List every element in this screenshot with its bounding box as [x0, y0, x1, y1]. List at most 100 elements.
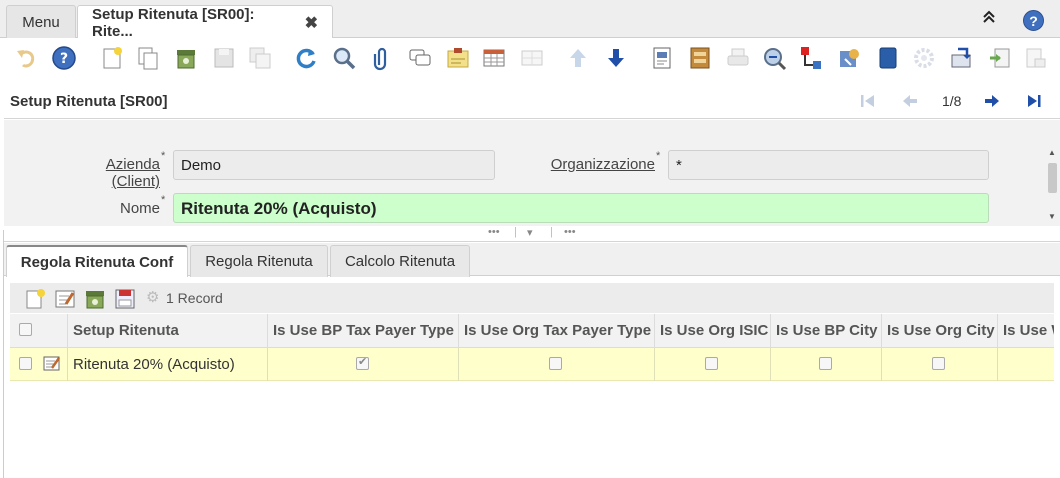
- previous-record-nav-icon[interactable]: [900, 91, 920, 111]
- main-toolbar: ?: [4, 38, 1060, 80]
- find-icon[interactable]: [330, 44, 358, 72]
- required-marker: *: [161, 194, 166, 206]
- tab-calcolo-ritenuta[interactable]: Calcolo Ritenuta: [330, 245, 470, 277]
- column-header[interactable]: Is Use W: [998, 314, 1054, 348]
- tab-regola-ritenuta-conf[interactable]: Regola Ritenuta Conf: [6, 245, 188, 277]
- help-icon[interactable]: ?: [1023, 10, 1044, 31]
- organization-label: Organizzazione: [550, 156, 655, 173]
- bp-city-checkbox[interactable]: [819, 357, 832, 370]
- scrollbar-thumb[interactable]: [1048, 163, 1057, 193]
- window-tab-setup-ritenuta[interactable]: Setup Ritenuta [SR00]: Rite... ✖: [77, 5, 333, 40]
- column-header[interactable]: Is Use BP City: [771, 314, 882, 348]
- panel-splitter[interactable]: ••• | ▾ | •••: [4, 226, 1060, 242]
- setup-ritenuta-cell[interactable]: Ritenuta 20% (Acquisto): [68, 348, 268, 381]
- name-label: Nome: [119, 200, 160, 217]
- report-icon[interactable]: [648, 44, 676, 72]
- last-record-icon[interactable]: [1024, 91, 1044, 111]
- multi-record-icon[interactable]: [518, 44, 546, 72]
- requests-icon[interactable]: [836, 44, 864, 72]
- column-header[interactable]: Is Use Org ISIC: [655, 314, 771, 348]
- record-header: Setup Ritenuta [SR00] 1/8: [4, 82, 1060, 119]
- grid-header: Setup Ritenuta Is Use BP Tax Payer Type …: [10, 314, 1054, 348]
- import-icon[interactable]: [986, 44, 1014, 72]
- attachment-icon[interactable]: [368, 44, 396, 72]
- previous-record-icon[interactable]: [564, 44, 592, 72]
- select-all-checkbox[interactable]: [19, 323, 32, 336]
- form-scrollbar[interactable]: ▲ ▼: [1045, 148, 1059, 226]
- splitter-collapse-icon[interactable]: ▾: [527, 226, 533, 239]
- org-tax-payer-checkbox[interactable]: [549, 357, 562, 370]
- product-info-icon[interactable]: [874, 44, 902, 72]
- copy-record-icon[interactable]: [134, 44, 162, 72]
- first-record-icon[interactable]: [858, 91, 878, 111]
- select-all-cell: [10, 314, 68, 348]
- splitter-divider: |: [550, 226, 553, 238]
- export-icon[interactable]: [948, 44, 976, 72]
- chat-icon[interactable]: [406, 44, 434, 72]
- splitter-grip-icon[interactable]: •••: [564, 226, 576, 238]
- collapse-icon[interactable]: [982, 10, 996, 28]
- active-workflows-icon[interactable]: [798, 44, 826, 72]
- record-count: 1 Record: [166, 290, 223, 306]
- row-select-checkbox[interactable]: [19, 357, 32, 370]
- archive-icon[interactable]: [686, 44, 714, 72]
- truncated-cell: [998, 348, 1054, 381]
- next-record-nav-icon[interactable]: [982, 91, 1002, 111]
- detail-toolbar: ⚙ 1 Record: [10, 283, 1054, 313]
- process-icon[interactable]: [910, 44, 938, 72]
- client-label: Azienda (Client): [105, 156, 160, 190]
- column-header[interactable]: Is Use Org City: [882, 314, 998, 348]
- window-tab-bar: Menu Setup Ritenuta [SR00]: Rite... ✖ ?: [0, 0, 1060, 40]
- post-icon[interactable]: [1022, 44, 1050, 72]
- gear-icon[interactable]: ⚙: [146, 290, 162, 306]
- bp-tax-payer-checkbox[interactable]: [356, 355, 369, 370]
- edit-detail-icon[interactable]: [54, 288, 76, 310]
- required-marker: *: [656, 150, 661, 162]
- column-header[interactable]: Is Use Org Tax Payer Type: [459, 314, 655, 348]
- zoom-across-icon[interactable]: [760, 44, 788, 72]
- row-select-cell: [10, 348, 68, 381]
- svg-text:?: ?: [60, 51, 68, 67]
- org-tax-payer-cell: [459, 348, 655, 381]
- grid-toggle-icon[interactable]: [480, 44, 508, 72]
- next-record-icon[interactable]: [602, 44, 630, 72]
- bp-tax-payer-cell: [268, 348, 459, 381]
- scroll-down-icon[interactable]: ▼: [1048, 212, 1056, 221]
- header-form: Azienda (Client) * Demo Organizzazione *…: [4, 120, 1060, 227]
- help-icon[interactable]: ?: [50, 44, 78, 72]
- edit-row-icon[interactable]: [43, 355, 61, 373]
- window-tab-label: Setup Ritenuta [SR00]: Rite...: [92, 5, 255, 40]
- print-icon[interactable]: [724, 44, 752, 72]
- name-field[interactable]: Ritenuta 20% (Acquisto): [173, 193, 989, 223]
- detail-grid: Setup Ritenuta Is Use BP Tax Payer Type …: [10, 314, 1054, 478]
- new-detail-icon[interactable]: [24, 288, 46, 310]
- column-header[interactable]: Is Use BP Tax Payer Type: [268, 314, 459, 348]
- required-marker: *: [161, 150, 166, 162]
- column-header[interactable]: Setup Ritenuta: [68, 314, 268, 348]
- bp-city-cell: [771, 348, 882, 381]
- org-isic-checkbox[interactable]: [705, 357, 718, 370]
- close-icon[interactable]: ✖: [305, 13, 318, 33]
- new-record-icon[interactable]: [98, 44, 126, 72]
- organization-field[interactable]: *: [668, 150, 989, 180]
- delete-record-icon[interactable]: [172, 44, 200, 72]
- org-isic-cell: [655, 348, 771, 381]
- client-field[interactable]: Demo: [173, 150, 495, 180]
- table-row[interactable]: Ritenuta 20% (Acquisto): [10, 348, 1054, 381]
- tab-regola-ritenuta[interactable]: Regola Ritenuta: [190, 245, 328, 277]
- splitter-grip-icon[interactable]: •••: [488, 226, 500, 238]
- scroll-up-icon[interactable]: ▲: [1048, 148, 1056, 157]
- save-icon[interactable]: [210, 44, 238, 72]
- org-city-checkbox[interactable]: [932, 357, 945, 370]
- page-title: Setup Ritenuta [SR00]: [10, 93, 168, 110]
- org-city-cell: [882, 348, 998, 381]
- note-icon[interactable]: [444, 44, 472, 72]
- save-new-icon[interactable]: [246, 44, 274, 72]
- detail-tab-bar: Regola Ritenuta Conf Regola Ritenuta Cal…: [4, 243, 1060, 277]
- save-detail-icon[interactable]: [114, 288, 136, 310]
- undo-icon[interactable]: [12, 44, 40, 72]
- record-position: 1/8: [942, 93, 962, 109]
- refresh-icon[interactable]: [292, 44, 320, 72]
- menu-tab[interactable]: Menu: [6, 5, 76, 38]
- delete-detail-icon[interactable]: [84, 288, 106, 310]
